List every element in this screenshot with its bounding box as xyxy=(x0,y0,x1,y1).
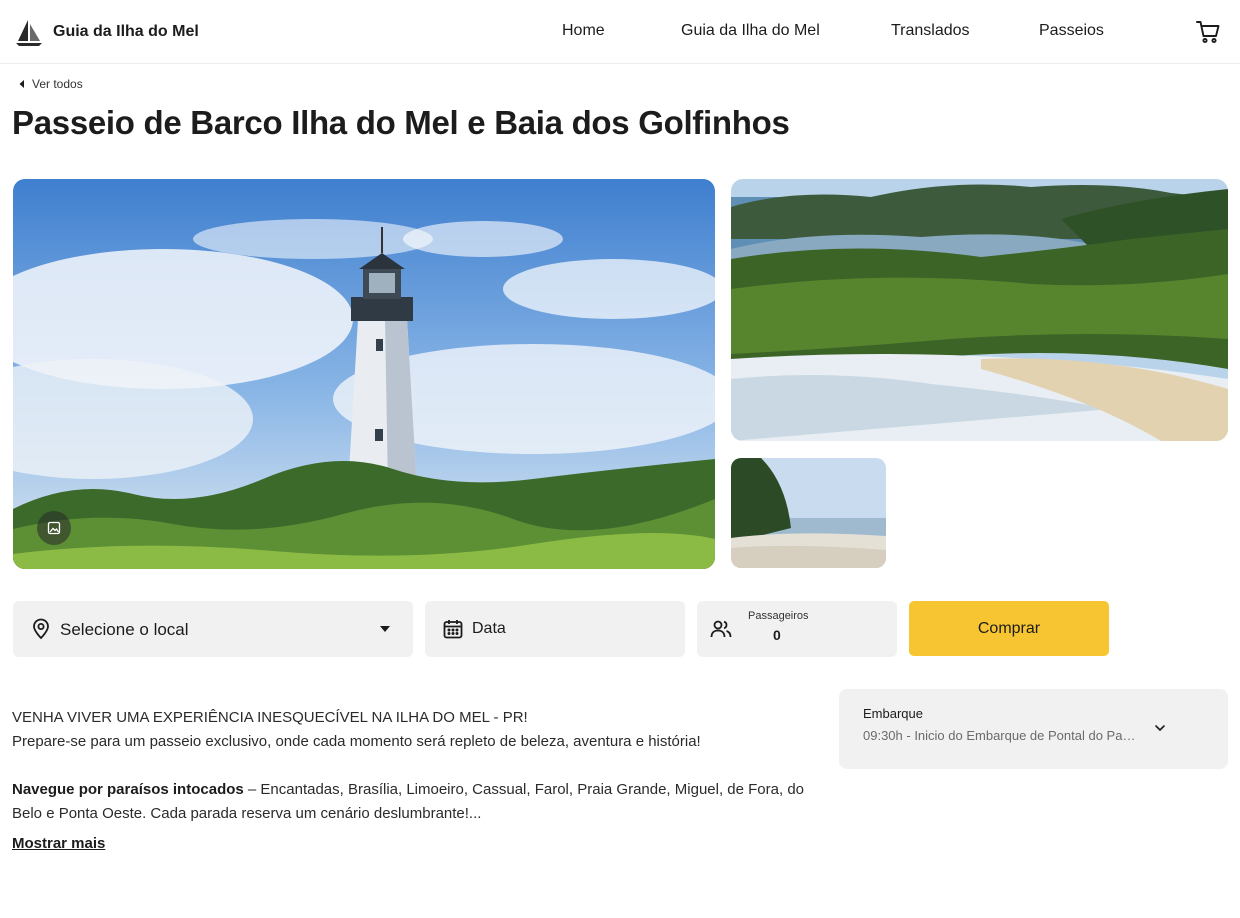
image-icon xyxy=(47,521,61,535)
description-intro: Prepare-se para um passeio exclusivo, on… xyxy=(12,733,701,750)
beach-rock-photo[interactable] xyxy=(731,458,886,568)
description-headline: VENHA VIVER UMA EXPERIÊNCIA INESQUECÍVEL… xyxy=(12,709,528,726)
lighthouse-photo[interactable] xyxy=(13,179,715,569)
description-bold-lead: Navegue por paraísos intocados xyxy=(12,781,244,798)
nav-passeios[interactable]: Passeios xyxy=(1039,22,1104,40)
caret-left-icon xyxy=(19,80,24,88)
location-select[interactable]: Selecione o local xyxy=(13,601,413,657)
cart-icon[interactable] xyxy=(1195,19,1221,45)
calendar-icon xyxy=(443,620,463,639)
embarque-value: 09:30h - Inicio do Embarque de Pontal do… xyxy=(863,728,1138,743)
buy-button[interactable]: Comprar xyxy=(909,601,1109,656)
show-more-link[interactable]: Mostrar mais xyxy=(12,835,105,852)
bay-beach-photo[interactable] xyxy=(731,179,1228,441)
passengers-label: Passageiros xyxy=(748,610,809,622)
date-picker[interactable]: Data xyxy=(425,601,685,657)
tour-description: VENHA VIVER UMA EXPERIÊNCIA INESQUECÍVEL… xyxy=(12,706,822,826)
back-link[interactable]: Ver todos xyxy=(18,77,83,91)
nav-home[interactable]: Home xyxy=(562,22,605,40)
page-title: Passeio de Barco Ilha do Mel e Baia dos … xyxy=(12,104,790,141)
site-header: Guia da Ilha do Mel Home Guia da Ilha do… xyxy=(0,0,1240,64)
gallery-button[interactable] xyxy=(37,511,71,545)
date-placeholder: Data xyxy=(472,620,506,637)
location-placeholder: Selecione o local xyxy=(60,620,189,639)
main-nav: Home Guia da Ilha do Mel Translados Pass… xyxy=(0,22,1240,44)
passengers-count: 0 xyxy=(773,627,781,643)
passengers-field[interactable]: Passageiros 0 xyxy=(697,601,897,657)
embarque-select[interactable]: Embarque 09:30h - Inicio do Embarque de … xyxy=(839,689,1228,769)
users-icon xyxy=(710,620,732,638)
map-pin-icon xyxy=(33,618,49,640)
back-label: Ver todos xyxy=(32,77,83,91)
description-body-paragraph: Navegue por paraísos intocados – Encanta… xyxy=(12,778,822,826)
embarque-label: Embarque xyxy=(863,706,923,721)
nav-translados[interactable]: Translados xyxy=(891,22,970,40)
chevron-down-icon xyxy=(380,626,390,632)
nav-guia[interactable]: Guia da Ilha do Mel xyxy=(681,22,820,40)
chevron-down-icon xyxy=(1155,725,1165,731)
